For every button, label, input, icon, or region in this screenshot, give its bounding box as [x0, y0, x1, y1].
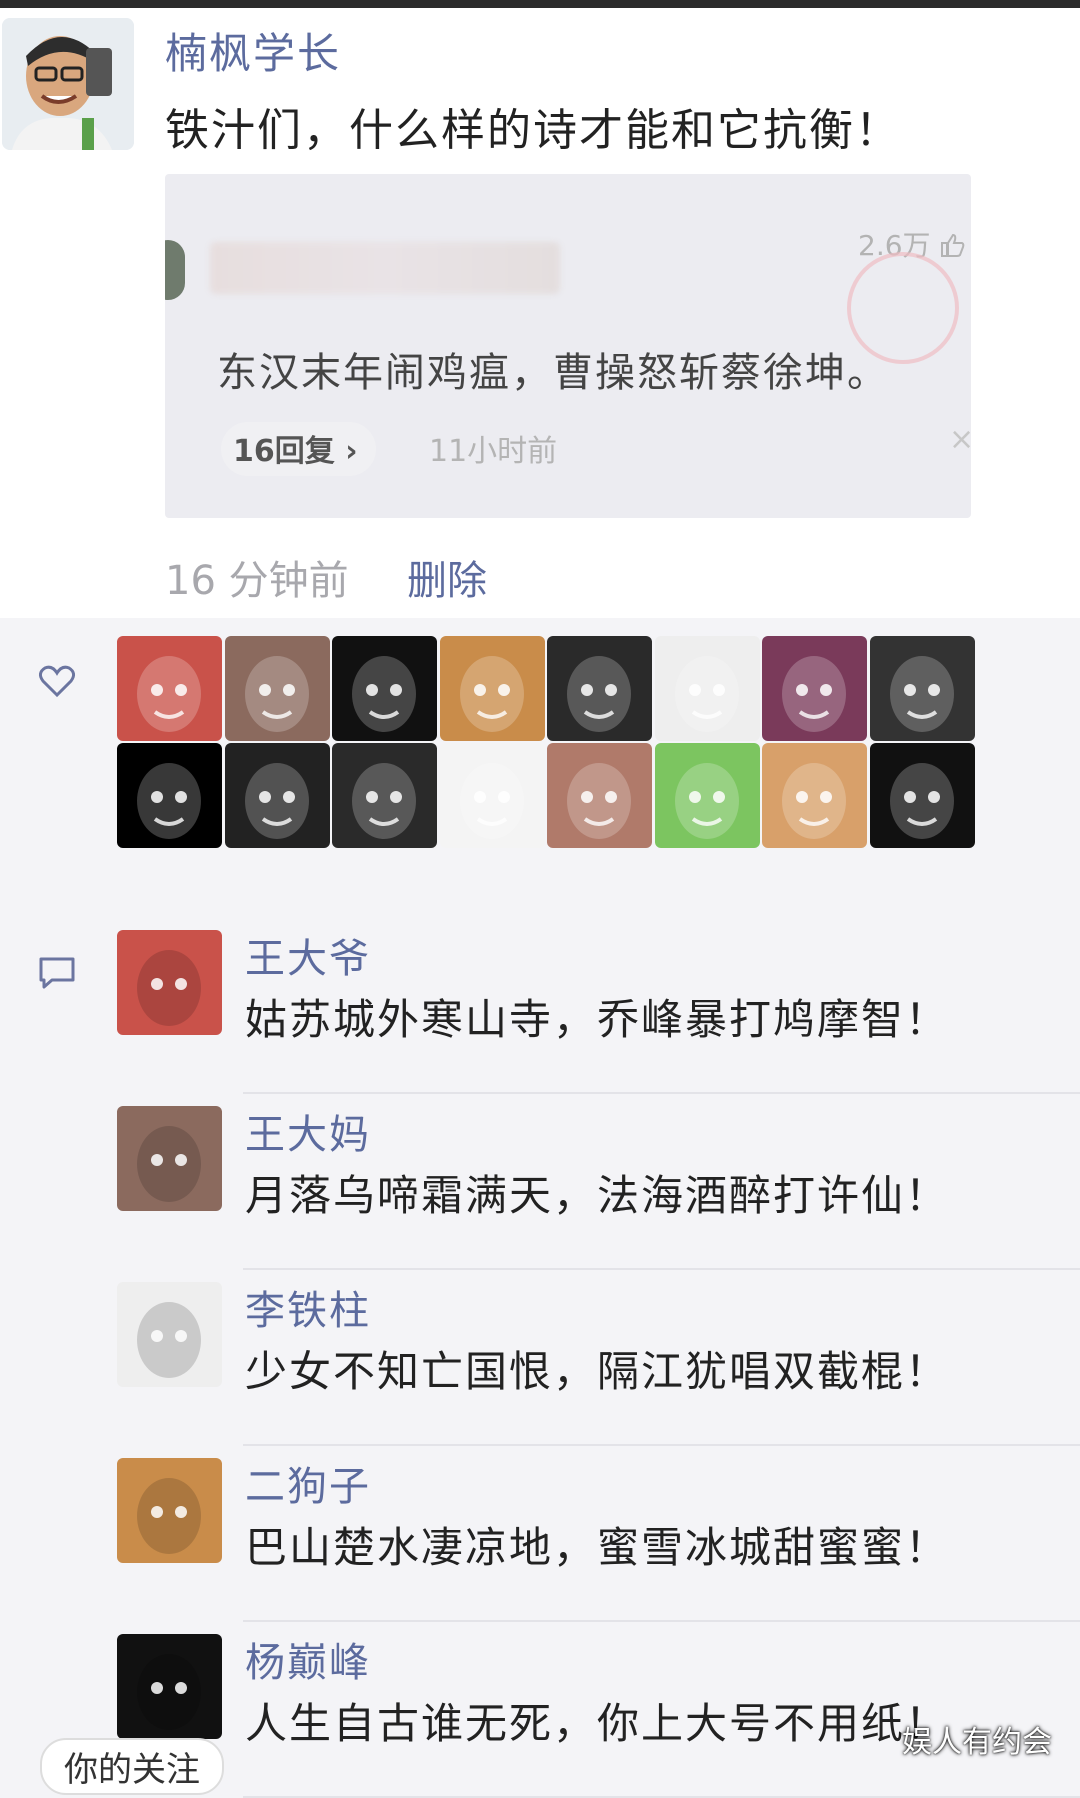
avatar-black-mask-pigtails[interactable] [332, 636, 437, 741]
comment-text: 月落乌啼霜满天，法海酒醉打许仙！ [245, 1171, 950, 1220]
avatar-old-man[interactable] [117, 636, 222, 741]
comment-text: 姑苏城外寒山寺，乔峰暴打鸠摩智！ [245, 995, 950, 1044]
author-avatar[interactable] [2, 18, 134, 150]
commenter-name[interactable]: 王大爷 [245, 926, 371, 984]
commenter-avatar[interactable] [117, 1458, 222, 1563]
watermark: 娱人有约会 [902, 1725, 1052, 1760]
comment-text: 少女不知亡国恨，隔江犹唱双截棍！ [245, 1347, 950, 1396]
commenter-avatar[interactable] [117, 1634, 222, 1739]
comment-row[interactable]: 王大妈月落乌啼霜满天，法海酒醉打许仙！ [117, 1094, 1080, 1270]
delete-button[interactable]: 删除 [407, 548, 487, 606]
author-name[interactable]: 楠枫学长 [165, 20, 341, 81]
commenter-name[interactable]: 杨巅峰 [245, 1630, 371, 1688]
comment-icon [39, 957, 75, 989]
avatar-shiba[interactable] [439, 636, 545, 741]
comment-row[interactable]: 王大爷姑苏城外寒山寺，乔峰暴打鸠摩智！ [117, 918, 1080, 1094]
commenter-name[interactable]: 二狗子 [245, 1454, 371, 1512]
heart-icon [38, 665, 76, 698]
comment-row[interactable]: 李铁柱少女不知亡国恨，隔江犹唱双截棍！ [117, 1270, 1080, 1446]
quoted-text: 东汉末年闹鸡瘟，曹操怒斩蔡徐坤。 [217, 350, 889, 396]
avatar-panda-meme[interactable] [439, 743, 545, 848]
quoted-time: 11小时前 [429, 434, 558, 469]
comment-text: 人生自古谁无死，你上大号不用纸！ [245, 1699, 950, 1748]
avatar-alien-glasses[interactable] [547, 743, 652, 848]
quoted-avatar [165, 240, 185, 300]
commenter-avatar[interactable] [117, 930, 222, 1035]
top-bar [0, 0, 1080, 8]
follow-tag[interactable]: 你的关注 [40, 1738, 224, 1795]
avatar-meme-bowl-cut[interactable] [547, 636, 652, 741]
commenter-name[interactable]: 李铁柱 [245, 1278, 371, 1336]
avatar-woman[interactable] [224, 636, 330, 741]
avatar-black-smile[interactable] [117, 743, 222, 848]
quoted-username-blurred [210, 242, 560, 294]
avatar-frog[interactable] [654, 743, 760, 848]
commenter-avatar[interactable] [117, 1282, 222, 1387]
thumbs-up-icon [941, 233, 965, 257]
comment-row[interactable]: 二狗子巴山楚水凄凉地，蜜雪冰城甜蜜蜜！ [117, 1446, 1080, 1622]
post-card: 楠枫学长 铁汁们，什么样的诗才能和它抗衡！ 2.6万 东汉末年闹鸡瘟，曹操怒斩蔡… [0, 8, 1080, 618]
avatar-meme-arms-crossed[interactable] [332, 743, 437, 848]
comment-text: 巴山楚水凄凉地，蜜雪冰城甜蜜蜜！ [245, 1523, 950, 1572]
close-icon[interactable]: × [949, 422, 971, 457]
quoted-comment[interactable]: 2.6万 东汉末年闹鸡瘟，曹操怒斩蔡徐坤。 16回复 › 11小时前 × [165, 174, 971, 518]
likes-panel [0, 626, 1080, 888]
commenter-name[interactable]: 王大妈 [245, 1102, 371, 1160]
commenter-avatar[interactable] [117, 1106, 222, 1211]
replies-button[interactable]: 16回复 › [221, 422, 376, 476]
avatar-dog-face[interactable] [762, 743, 867, 848]
avatar-rage-face[interactable] [654, 636, 760, 741]
avatar-pink-glasses[interactable] [224, 743, 330, 848]
post-text: 铁汁们，什么样的诗才能和它抗衡！ [165, 105, 901, 156]
post-time: 16 分钟前 [165, 558, 349, 604]
avatar-meme-bun[interactable] [869, 636, 975, 741]
avatar-black-mask[interactable] [869, 743, 975, 848]
avatar-game-hero[interactable] [762, 636, 867, 741]
